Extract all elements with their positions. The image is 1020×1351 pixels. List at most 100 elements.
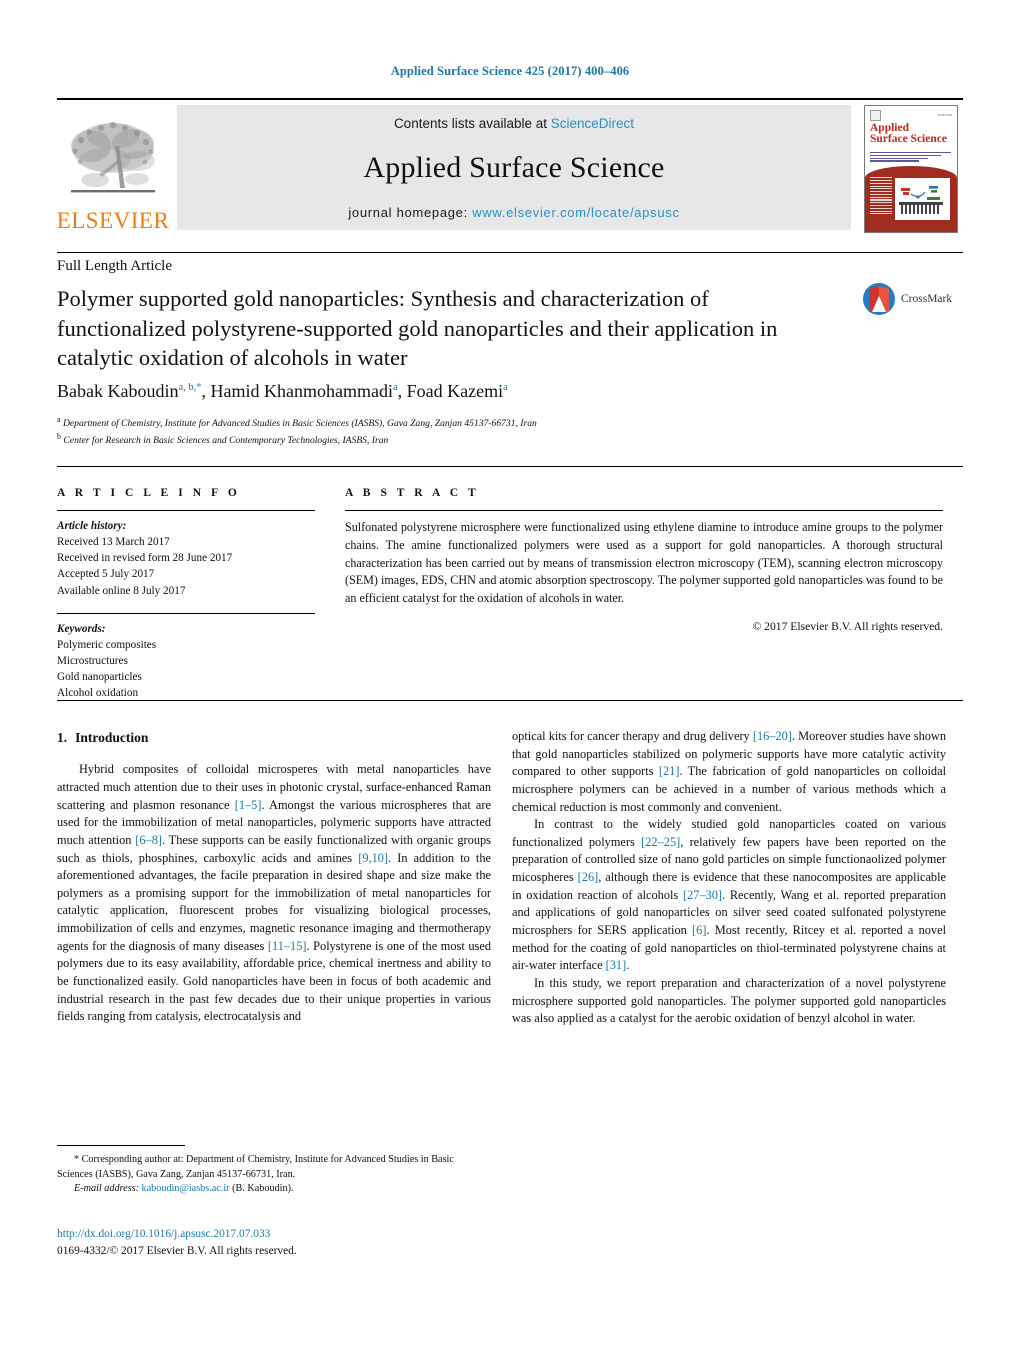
abstract-rule	[345, 510, 943, 511]
history-item-1: Received 13 March 2017	[57, 536, 170, 549]
citation-16-20[interactable]: [16–20]	[753, 729, 792, 743]
body-column-right: optical kits for cancer therapy and drug…	[512, 728, 946, 1028]
citation-22-25[interactable]: [22–25]	[641, 835, 680, 849]
keyword-item-3: Gold nanoparticles	[57, 671, 142, 683]
citation-11-15[interactable]: [11–15]	[268, 939, 307, 953]
article-info-rule	[57, 510, 315, 511]
intro-paragraph-1: Hybrid composites of colloidal microsper…	[57, 761, 491, 1026]
article-page: Applied Surface Science 425 (2017) 400–4…	[0, 0, 1020, 1351]
abstract-copyright: © 2017 Elsevier B.V. All rights reserved…	[752, 619, 943, 633]
keywords-label: Keywords:	[57, 622, 106, 635]
footnote-divider	[57, 1145, 185, 1146]
history-item-3: Accepted 5 July 2017	[57, 568, 155, 581]
article-info-heading: A R T I C L E I N F O	[57, 487, 241, 499]
keyword-item-2: Microstructures	[57, 654, 128, 667]
masthead-center: Contents lists available at ScienceDirec…	[177, 105, 851, 230]
author-name-1: Babak Kaboudin	[57, 381, 179, 401]
affiliation-item-b: b Center for Research in Basic Sciences …	[57, 431, 927, 448]
cover-publisher-row: ELSEVIER	[870, 109, 952, 121]
cover-title-line2: Surface Science	[870, 133, 947, 145]
citation-1-5[interactable]: [1–5]	[235, 798, 262, 812]
affiliation-text-a: Department of Chemistry, Institute for A…	[62, 418, 537, 430]
running-head: Applied Surface Science 425 (2017) 400–4…	[390, 64, 630, 78]
cover-subtitle-lines	[870, 151, 951, 164]
issn-copyright-line: 0169-4332/© 2017 Elsevier B.V. All right…	[57, 1245, 297, 1258]
abstract-heading: A B S T R A C T	[345, 487, 480, 499]
section-title: Introduction	[75, 730, 149, 745]
doi-block: http://dx.doi.org/10.1016/j.apsusc.2017.…	[57, 1226, 557, 1260]
corresponding-author-note: * Corresponding author at: Department of…	[57, 1154, 454, 1180]
citation-9-10[interactable]: [9,10]	[358, 851, 388, 865]
author-separator-1: ,	[201, 381, 211, 401]
affiliation-text-b: Center for Research in Basic Sciences an…	[63, 434, 389, 446]
divider-above-article-type	[57, 252, 963, 253]
intro-paragraph-3: In this study, we report preparation and…	[512, 975, 946, 1026]
article-type-label: Full Length Article	[57, 258, 172, 274]
keywords-block: Keywords: Polymeric composites Microstru…	[57, 621, 315, 702]
intro-p2-part6: .	[626, 958, 630, 973]
history-item-2: Received in revised form 28 June 2017	[57, 552, 233, 565]
author-name-2: Hamid Khanmohammadi	[210, 381, 393, 401]
sciencedirect-link[interactable]: ScienceDirect	[551, 116, 634, 131]
email-link[interactable]: kaboudin@iasbs.ac.ir	[142, 1183, 230, 1194]
section-number: 1.	[57, 730, 68, 745]
email-label: E-mail address:	[74, 1183, 139, 1195]
author-name-3: Foad Kazemi	[406, 381, 504, 401]
crossmark-icon	[863, 283, 895, 315]
author-marks-3: a	[503, 382, 508, 393]
citation-27-30[interactable]: [27–30]	[683, 888, 722, 902]
page-title: Polymer supported gold nanoparticles: Sy…	[57, 286, 778, 371]
abstract-column: A B S T R A C T Sulfonated polystyrene m…	[345, 487, 943, 633]
keyword-item-4: Alcohol oxidation	[57, 687, 139, 700]
cover-artwork-icon	[895, 177, 950, 220]
crossmark-badge[interactable]: CrossMark	[862, 282, 952, 316]
journal-cover-thumbnail[interactable]: ELSEVIER Applied Surface Science	[859, 103, 963, 234]
affiliation-list: a Department of Chemistry, Institute for…	[57, 414, 927, 448]
homepage-prefix: journal homepage:	[348, 205, 473, 220]
author-marks-1: a, b,*	[178, 382, 202, 393]
footnote-block: * Corresponding author at: Department of…	[57, 1153, 491, 1197]
cover-title: Applied Surface Science	[870, 122, 953, 146]
journal-title: Applied Surface Science	[363, 151, 665, 184]
email-note: E-mail address: kaboudin@iasbs.ac.ir (B.…	[57, 1182, 491, 1197]
divider-below-abstract-band	[57, 700, 963, 701]
affiliation-mark-b: b	[57, 431, 61, 441]
citation-31[interactable]: [31]	[606, 958, 627, 972]
intro-p1-part4: . In addition to the aforementioned adva…	[57, 850, 491, 953]
elsevier-wordmark: ELSEVIER	[56, 208, 170, 233]
journal-masthead: ELSEVIER Contents lists available at Sci…	[57, 98, 963, 234]
elsevier-tree-icon	[71, 121, 155, 193]
article-history-label: Article history:	[57, 520, 127, 532]
abstract-text: Sulfonated polystyrene microsphere were …	[345, 520, 943, 606]
citation-6-8[interactable]: [6–8]	[135, 833, 162, 847]
journal-homepage-link[interactable]: www.elsevier.com/locate/apsusc	[472, 205, 679, 220]
intro-p1c-part1: optical kits for cancer therapy and drug…	[512, 729, 753, 743]
body-column-left: 1. Introduction Hybrid composites of coll…	[57, 728, 491, 1026]
cover-publisher-mark-icon	[870, 109, 881, 121]
affiliation-item-a: a Department of Chemistry, Institute for…	[57, 414, 927, 431]
email-suffix: (B. Kaboudin).	[232, 1183, 294, 1195]
keyword-item-1: Polymeric composites	[57, 638, 157, 651]
cover-artwork	[895, 177, 950, 220]
affiliation-mark-a: a	[57, 415, 61, 424]
citation-21[interactable]: [21]	[659, 764, 680, 778]
cover-publisher-name: ELSEVIER	[937, 113, 952, 117]
contents-available-line: Contents lists available at ScienceDirec…	[394, 116, 634, 131]
crossmark-label: CrossMark	[901, 293, 953, 305]
intro-paragraph-1-cont: optical kits for cancer therapy and drug…	[512, 728, 946, 816]
keywords-rule	[57, 612, 315, 614]
author-separator-2: ,	[397, 381, 407, 401]
cover-toc-lines	[870, 176, 892, 217]
intro-paragraph-2: In contrast to the widely studied gold n…	[512, 816, 946, 975]
elsevier-logo: ELSEVIER	[57, 103, 169, 234]
author-list: Babak Kaboudina, b,*, Hamid Khanmohammad…	[57, 381, 508, 402]
citation-26[interactable]: [26]	[578, 870, 599, 884]
doi-link[interactable]: http://dx.doi.org/10.1016/j.apsusc.2017.…	[57, 1226, 557, 1243]
contents-prefix: Contents lists available at	[393, 116, 551, 131]
history-item-4: Available online 8 July 2017	[57, 584, 186, 597]
citation-6[interactable]: [6]	[692, 923, 706, 937]
divider-above-abstract-band	[57, 466, 963, 467]
section-heading-introduction: 1. Introduction	[57, 728, 491, 747]
journal-homepage-line: journal homepage: www.elsevier.com/locat…	[348, 205, 679, 220]
article-info-column: A R T I C L E I N F O Article history: R…	[57, 487, 315, 701]
